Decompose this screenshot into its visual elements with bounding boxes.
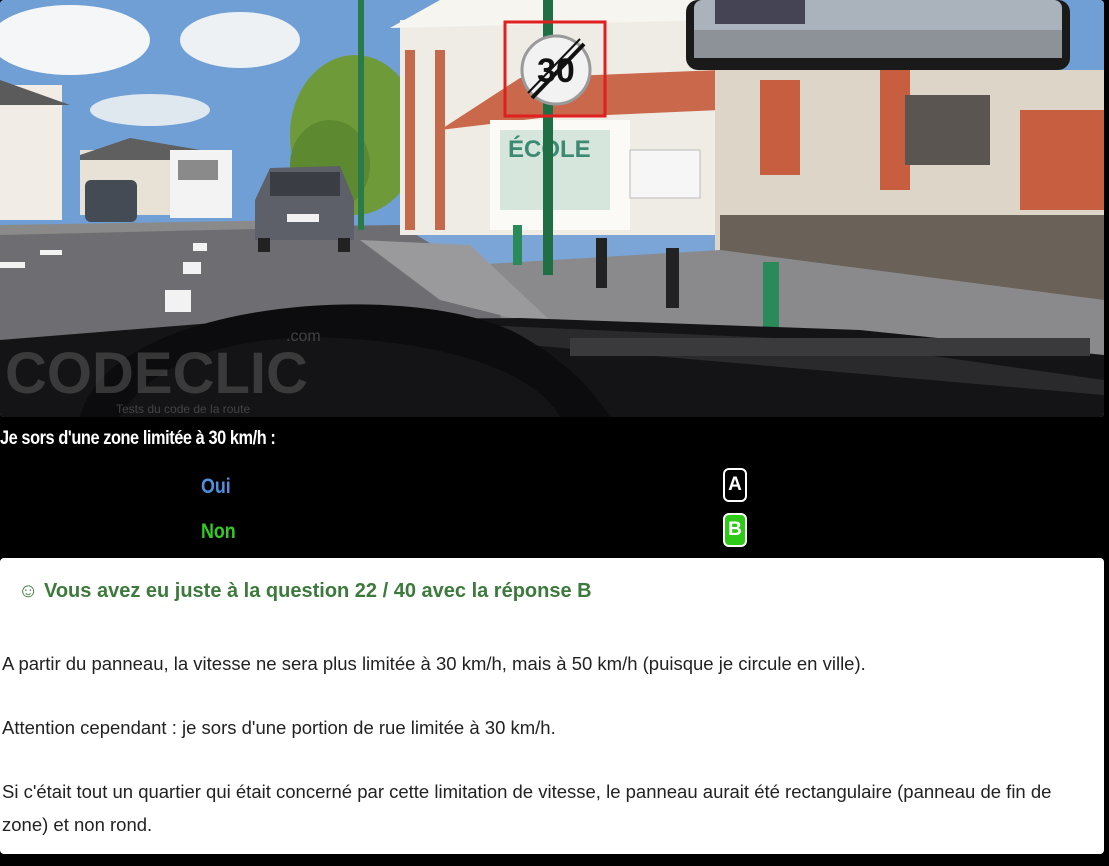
question-photo: ÉCOLE 30 (0, 0, 1104, 417)
feedback-paragraph-3: Si c'était tout un quartier qui était co… (2, 781, 1052, 835)
end-speed-limit-sign: 30 (520, 34, 592, 106)
answer-a-label[interactable]: Oui (201, 475, 231, 499)
answer-b-label[interactable]: Non (201, 520, 236, 544)
watermark-tagline: Tests du code de la route (116, 402, 250, 416)
feedback-paragraph-1: A partir du panneau, la vitesse ne sera … (2, 653, 866, 674)
answer-option-a[interactable]: Oui A (0, 466, 1109, 506)
feedback-paragraph-2: Attention cependant : je sors d'une port… (2, 717, 556, 738)
answer-a-badge[interactable]: A (723, 468, 747, 502)
codeclic-watermark: CODECLIC .com Tests du code de la route (5, 328, 321, 416)
feedback-panel: ☺ Vous avez eu juste à la question 22 / … (0, 558, 1104, 854)
question-text: Je sors d'une zone limitée à 30 km/h : (0, 428, 276, 449)
answer-b-badge[interactable]: B (723, 513, 747, 547)
feedback-title: ☺ Vous avez eu juste à la question 22 / … (18, 580, 592, 602)
answer-option-b[interactable]: Non B (0, 511, 1109, 551)
watermark-brand: CODECLIC (5, 341, 308, 406)
rear-view-mirror (686, 0, 1070, 70)
watermark-domain: .com (286, 328, 321, 345)
